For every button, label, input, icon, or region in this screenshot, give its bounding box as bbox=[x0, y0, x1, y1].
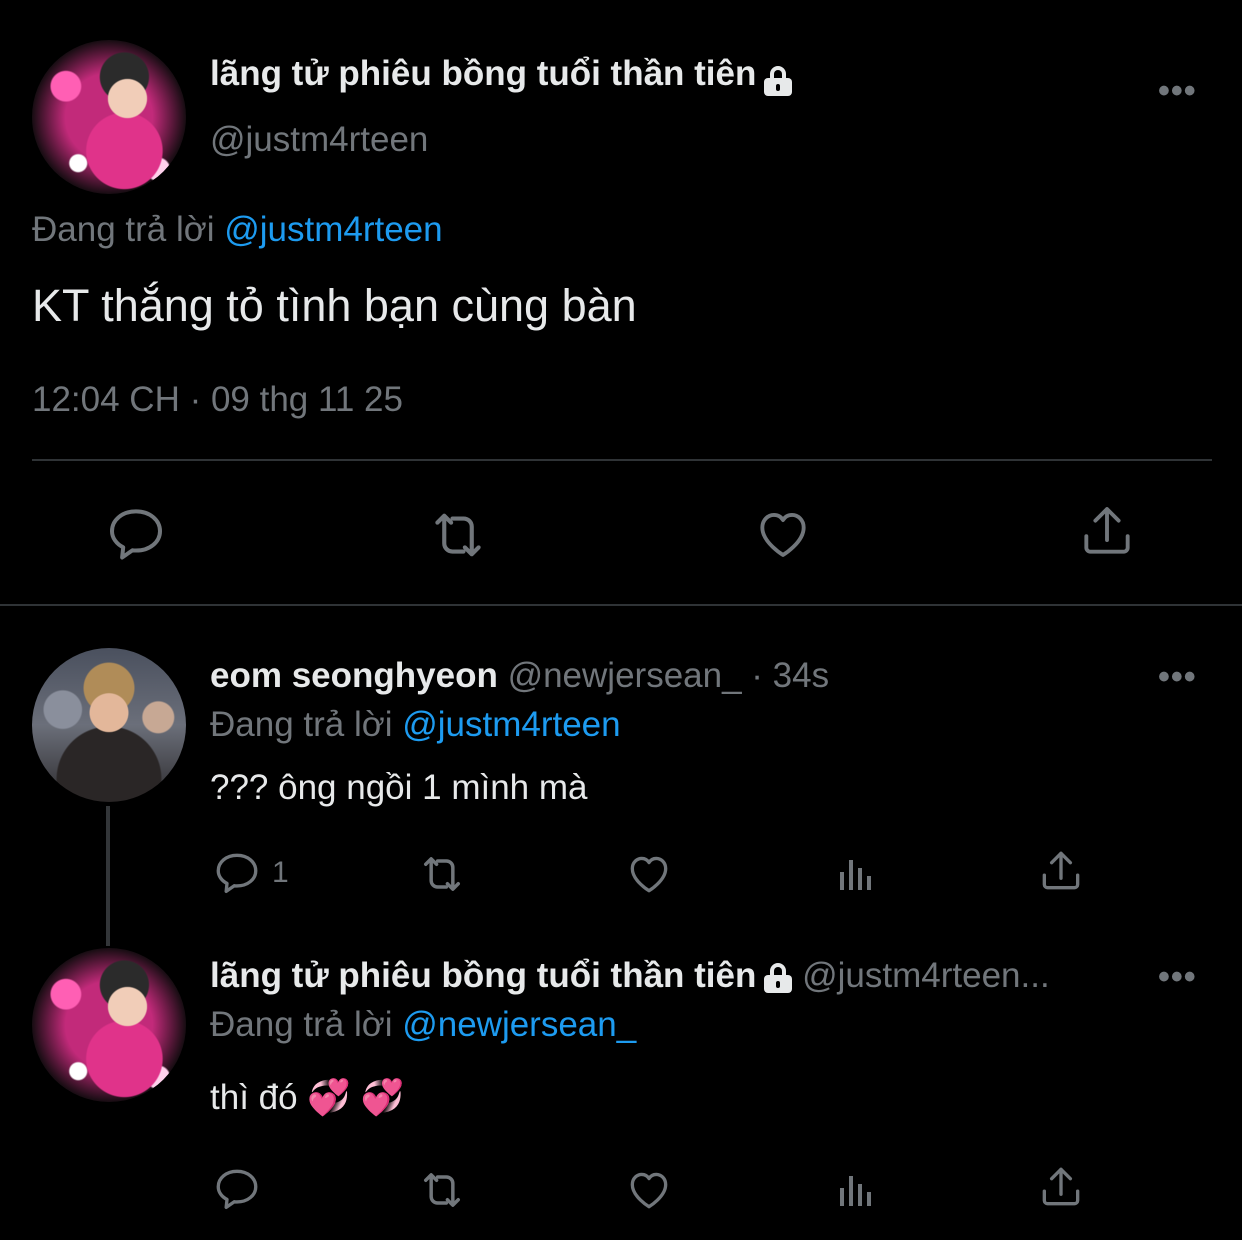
main-tweet-text: KT thắng tỏ tình bạn cùng bàn bbox=[32, 280, 637, 331]
retweet-icon[interactable] bbox=[416, 1164, 468, 1216]
main-author-name[interactable]: lãng tử phiêu bồng tuổi thần tiên bbox=[210, 54, 756, 93]
thread-line bbox=[106, 806, 110, 946]
more-icon[interactable]: ••• bbox=[1158, 658, 1197, 697]
replying-to-link[interactable]: @justm4rteen bbox=[224, 210, 442, 249]
retweet-icon[interactable] bbox=[425, 502, 491, 568]
main-replying-line: Đang trả lời @justm4rteen bbox=[32, 210, 443, 250]
reply1-author-name[interactable]: eom seonghyeon bbox=[210, 656, 498, 695]
reply2-replying-line: Đang trả lời @newjersean_ bbox=[210, 1005, 636, 1045]
reply1-author-handle[interactable]: @newjersean_ bbox=[508, 656, 742, 695]
lock-icon bbox=[764, 65, 793, 96]
reply1-replying-line: Đang trả lời @justm4rteen bbox=[210, 705, 621, 745]
reply1-text: ??? ông ngồi 1 mình mà bbox=[210, 768, 588, 807]
divider bbox=[32, 459, 1212, 461]
replying-prefix: Đang trả lời bbox=[210, 1005, 393, 1044]
reply2-header: lãng tử phiêu bồng tuổi thần tiên @justm… bbox=[210, 956, 1150, 996]
reply1-header: eom seonghyeon @newjersean_ · 34s bbox=[210, 656, 829, 696]
reply2-author-avatar[interactable] bbox=[32, 948, 186, 1102]
like-icon[interactable] bbox=[752, 502, 814, 564]
main-author-name-row[interactable]: lãng tử phiêu bồng tuổi thần tiên bbox=[210, 54, 793, 96]
main-timestamp[interactable]: 12:04 CH · 09 thg 11 25 bbox=[32, 380, 403, 420]
share-icon[interactable] bbox=[1076, 500, 1138, 562]
like-icon[interactable] bbox=[624, 1164, 674, 1214]
like-icon[interactable] bbox=[624, 848, 674, 898]
reply2-author-handle[interactable]: @justm4rteen... bbox=[802, 956, 1050, 995]
reply2-author-name[interactable]: lãng tử phiêu bồng tuổi thần tiên bbox=[210, 956, 756, 995]
reply2-text: thì đó 💞 💞 bbox=[210, 1078, 405, 1117]
replying-to-link[interactable]: @justm4rteen bbox=[402, 705, 620, 744]
main-author-avatar[interactable] bbox=[32, 40, 186, 194]
section-divider bbox=[0, 604, 1242, 606]
share-icon[interactable] bbox=[1036, 846, 1086, 896]
replying-prefix: Đang trả lời bbox=[32, 210, 215, 249]
lock-icon bbox=[764, 962, 793, 993]
replying-to-link[interactable]: @newjersean_ bbox=[402, 1005, 636, 1044]
main-author-handle[interactable]: @justm4rteen bbox=[210, 120, 428, 160]
reply-icon[interactable] bbox=[212, 1164, 262, 1214]
replying-prefix: Đang trả lời bbox=[210, 705, 393, 744]
retweet-icon[interactable] bbox=[416, 848, 468, 900]
more-icon[interactable]: ••• bbox=[1158, 958, 1197, 997]
reply1-time[interactable]: · 34s bbox=[751, 656, 829, 695]
reply-count: 1 bbox=[272, 856, 289, 889]
reply-icon[interactable] bbox=[212, 848, 262, 898]
reply1-author-avatar[interactable] bbox=[32, 648, 186, 802]
more-icon[interactable]: ••• bbox=[1158, 72, 1197, 111]
reply-icon[interactable] bbox=[104, 502, 168, 566]
views-icon[interactable] bbox=[832, 1166, 880, 1214]
share-icon[interactable] bbox=[1036, 1162, 1086, 1212]
views-icon[interactable] bbox=[832, 850, 880, 898]
